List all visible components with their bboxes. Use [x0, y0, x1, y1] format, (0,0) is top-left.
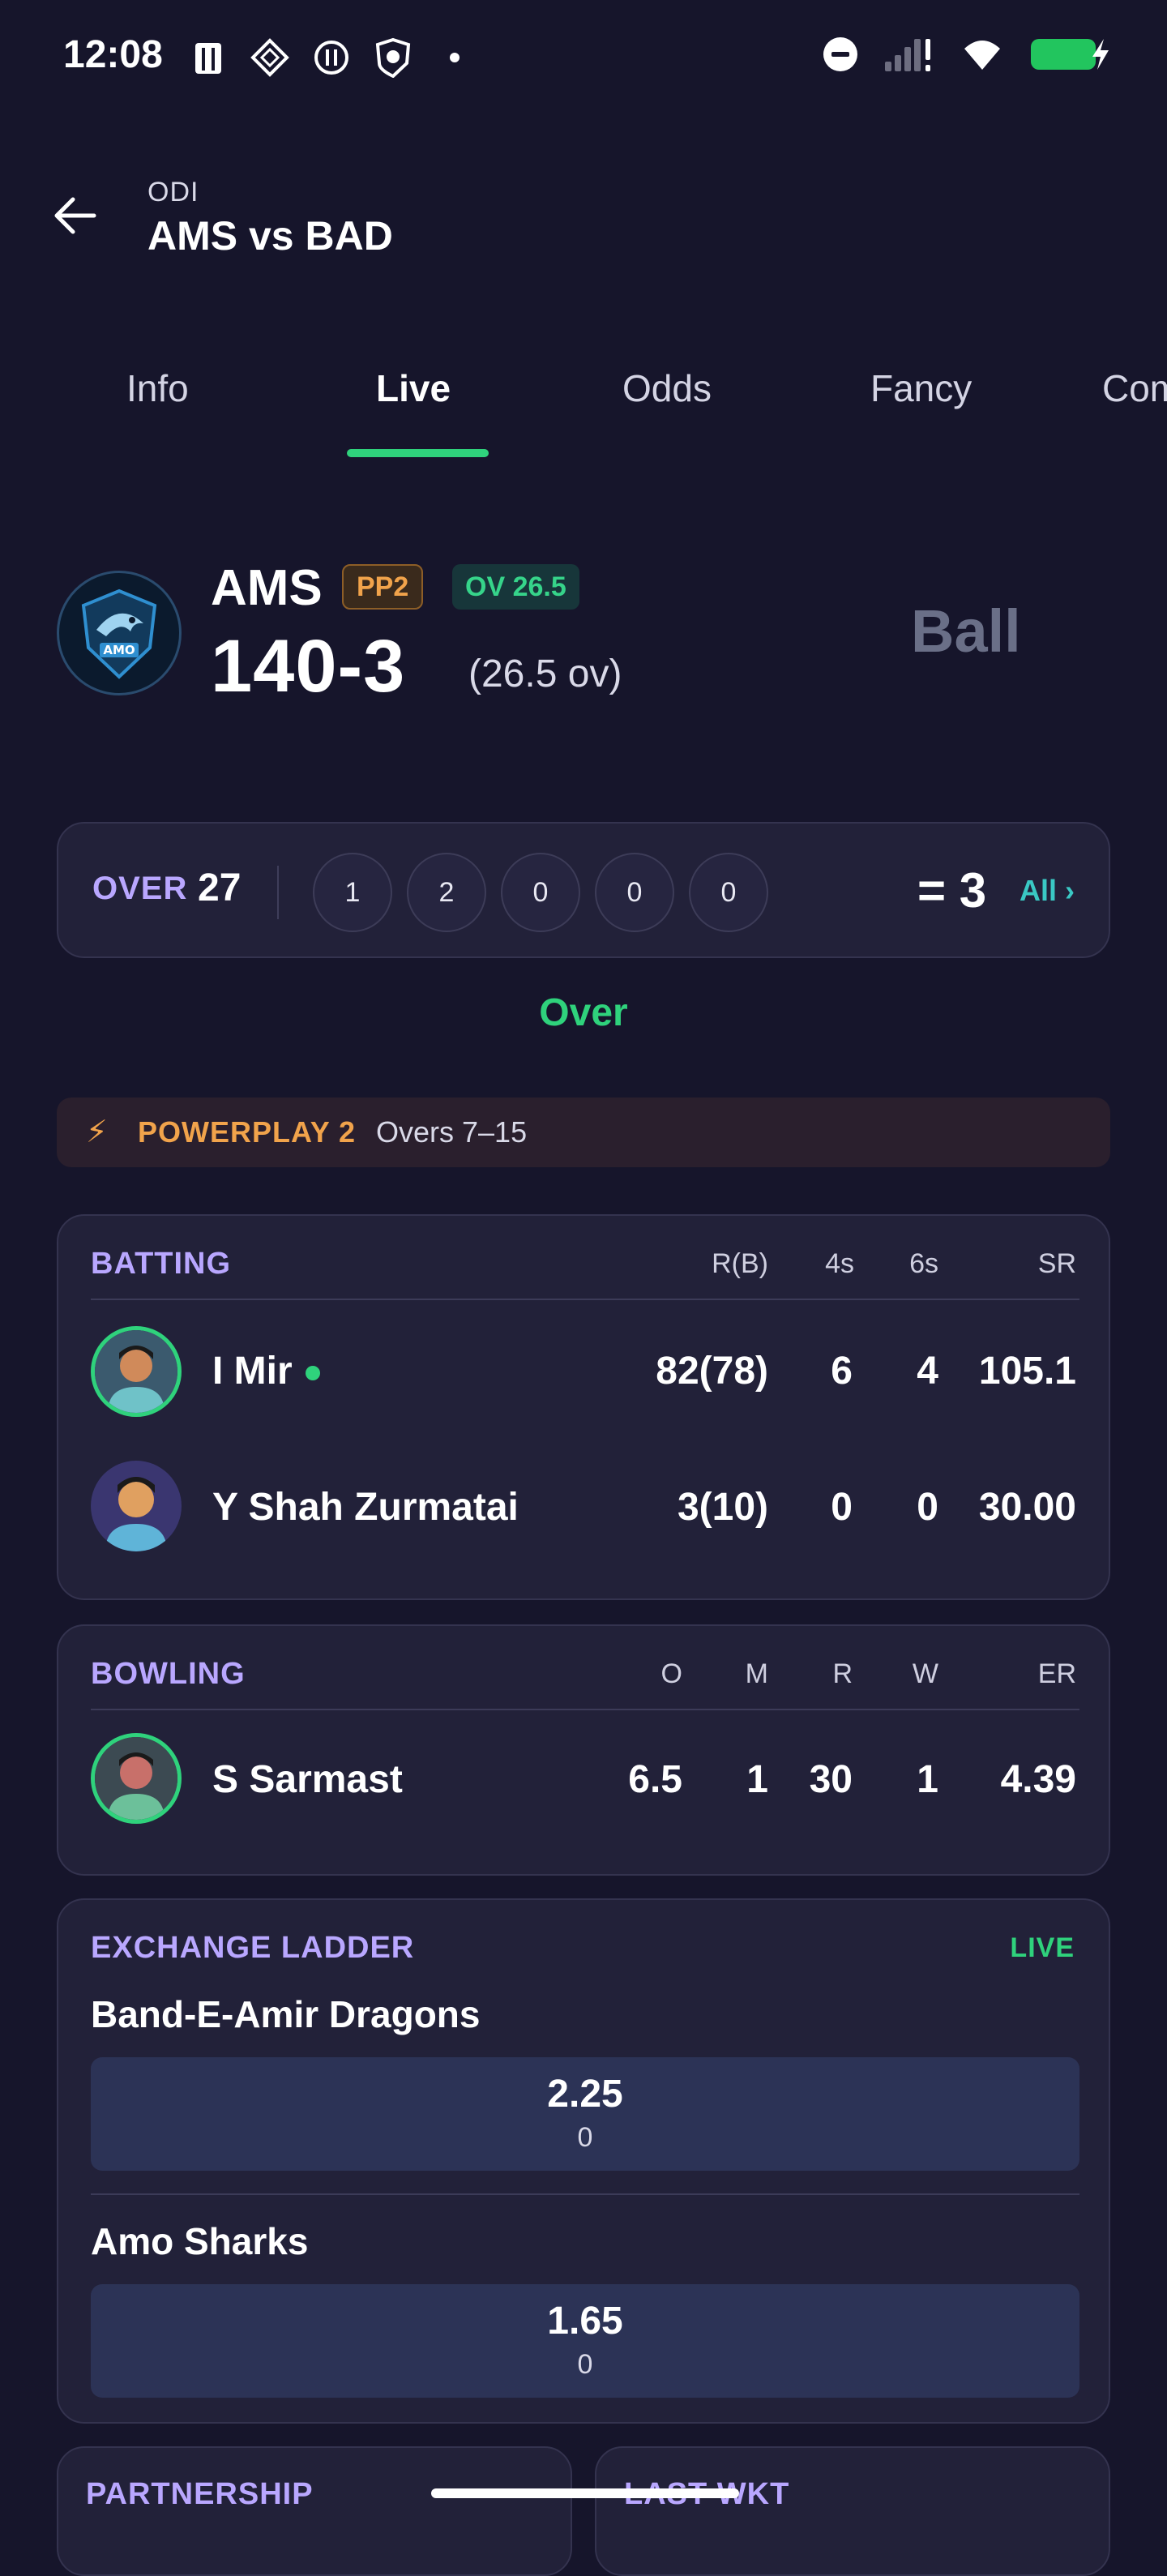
pause-app-icon	[311, 37, 352, 78]
batter-runs-balls: 82(78)	[656, 1350, 768, 1393]
do-not-disturb-icon	[822, 36, 859, 77]
over-number: 27	[198, 867, 242, 909]
svg-text:AMO: AMO	[103, 643, 135, 657]
divider	[91, 1299, 1079, 1300]
current-over-card: OVER 27 1 2 0 0 0 = 3 All ›	[57, 822, 1110, 958]
bowler-name: S Sarmast	[212, 1758, 403, 1801]
last-wicket-card: LAST WKT	[595, 2446, 1110, 2576]
batter-sixes: 4	[917, 1350, 938, 1393]
batter-strike-rate: 30.00	[978, 1486, 1076, 1529]
bowler-wickets: 1	[917, 1758, 938, 1801]
match-format: ODI	[147, 177, 199, 208]
batter-strike-rate: 105.1	[978, 1350, 1076, 1393]
bowler-overs: 6.5	[628, 1758, 682, 1801]
tab-info[interactable]: Info	[126, 366, 189, 410]
col-wickets: W	[912, 1658, 938, 1689]
powerplay-banner: ⚡ POWERPLAY 2 Overs 7–15	[57, 1098, 1110, 1167]
powerplay-overs: Overs 7–15	[376, 1115, 528, 1149]
over-label: OVER	[92, 871, 188, 906]
partnership-title: PARTNERSHIP	[86, 2477, 314, 2511]
odds-button[interactable]: 2.25 0	[91, 2057, 1079, 2171]
ball-result: 0	[689, 853, 768, 932]
over-total: = 3	[917, 863, 987, 918]
tab-live[interactable]: Live	[376, 366, 451, 410]
lightning-icon: ⚡	[86, 1115, 108, 1149]
col-strike-rate: SR	[1037, 1248, 1076, 1279]
divider	[91, 2193, 1079, 2195]
diamond-app-icon	[250, 37, 290, 78]
col-fours: 4s	[825, 1248, 854, 1279]
odds-value: 2.25	[547, 2073, 623, 2116]
all-overs-link[interactable]: All ›	[1020, 874, 1075, 908]
bowler-economy: 4.39	[1000, 1758, 1076, 1801]
status-bar: 12:08	[0, 0, 1167, 113]
powerplay-badge: PP2	[342, 564, 424, 610]
exchange-team-name: Amo Sharks	[91, 2220, 309, 2262]
batter-fours: 6	[831, 1350, 853, 1393]
col-maidens: M	[745, 1658, 768, 1689]
col-runs-balls: R(B)	[712, 1248, 768, 1279]
odds-volume: 0	[577, 2122, 593, 2153]
over-status: Over	[539, 991, 628, 1034]
exchange-team-name: Band-E-Amir Dragons	[91, 1993, 481, 2035]
col-economy: ER	[1037, 1658, 1076, 1689]
wifi-icon	[960, 36, 1005, 77]
bowling-title: BOWLING	[91, 1657, 246, 1691]
active-tab-indicator	[347, 449, 489, 457]
arrow-left-icon	[54, 197, 96, 234]
col-sixes: 6s	[909, 1248, 938, 1279]
divider	[91, 1709, 1079, 1710]
home-indicator[interactable]	[431, 2488, 739, 2498]
tab-odds[interactable]: Odds	[622, 366, 712, 410]
partnership-card: PARTNERSHIP	[57, 2446, 572, 2576]
tab-bar: Info Live Odds Fancy Com	[0, 340, 1167, 462]
batter-sixes: 0	[917, 1486, 938, 1529]
status-time: 12:08	[63, 33, 163, 76]
shield-app-icon	[373, 37, 413, 78]
avatar	[91, 1326, 182, 1417]
ball-result: 0	[595, 853, 674, 932]
team-logo: AMO	[57, 571, 182, 695]
batting-card: BATTING R(B) 4s 6s SR I Mir 82(78) 6 4 1…	[57, 1214, 1110, 1600]
col-overs: O	[660, 1658, 682, 1689]
odds-button[interactable]: 1.65 0	[91, 2284, 1079, 2398]
live-badge: LIVE	[1010, 1932, 1075, 1963]
page-title: AMS vs BAD	[147, 213, 393, 259]
tab-fancy[interactable]: Fancy	[870, 366, 972, 410]
signal-icon	[883, 36, 935, 77]
ball-result: 1	[313, 853, 392, 932]
divider	[277, 866, 279, 919]
batter-name: Y Shah Zurmatai	[212, 1486, 519, 1529]
ball-result: 2	[407, 853, 486, 932]
batting-team-name: AMS	[211, 560, 323, 616]
exchange-ladder-card: EXCHANGE LADDER LIVE Band-E-Amir Dragons…	[57, 1898, 1110, 2424]
ball-result: 0	[501, 853, 580, 932]
odds-volume: 0	[577, 2349, 593, 2380]
notification-dot-icon	[434, 37, 475, 78]
odds-value: 1.65	[547, 2300, 623, 2343]
bowler-maidens: 1	[746, 1758, 768, 1801]
col-runs: R	[832, 1658, 853, 1689]
status-system-icons	[822, 36, 1110, 77]
batter-runs-balls: 3(10)	[677, 1486, 768, 1529]
avatar	[91, 1733, 182, 1824]
ball-status: Ball	[911, 597, 1021, 665]
status-app-icons	[188, 37, 475, 78]
overs-badge: OV 26.5	[452, 564, 579, 610]
on-strike-indicator	[305, 1366, 320, 1381]
exchange-title: EXCHANGE LADDER	[91, 1931, 415, 1965]
back-button[interactable]	[45, 186, 104, 245]
team-overs: (26.5 ov)	[468, 653, 622, 695]
team-score: 140-3	[211, 625, 406, 708]
avatar	[91, 1461, 182, 1551]
tab-commentary[interactable]: Com	[1102, 366, 1167, 410]
bowler-runs: 30	[809, 1758, 853, 1801]
powerplay-title: POWERPLAY 2	[138, 1115, 357, 1149]
cricket-app-icon	[188, 37, 229, 78]
battery-charging-icon	[1029, 36, 1110, 77]
batting-title: BATTING	[91, 1247, 232, 1281]
bowling-card: BOWLING O M R W ER S Sarmast 6.5 1 30 1 …	[57, 1624, 1110, 1876]
batter-fours: 0	[831, 1486, 853, 1529]
batter-name: I Mir	[212, 1349, 320, 1393]
